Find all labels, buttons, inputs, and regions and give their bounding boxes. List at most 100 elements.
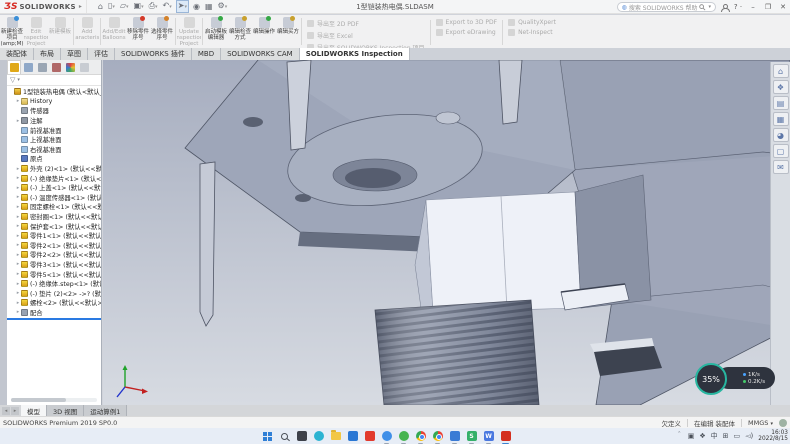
green-app[interactable] <box>398 431 409 442</box>
tree-item[interactable]: ▸零件2<1> (默认<<默认>_显示状 <box>7 241 101 251</box>
tree-item[interactable]: ▸(-) 垫片 (2)<2> ->? (默认<<默认 <box>7 288 101 298</box>
search-box[interactable]: ◍ 搜索 SOLIDWORKS 帮助 ▾ <box>617 2 716 12</box>
edge-browser[interactable] <box>313 431 324 442</box>
tree-item[interactable]: ▸(-) 绝缘体.step<1> (默认< <box>7 279 101 289</box>
print-icon-dropdown[interactable]: ▾ <box>155 4 158 10</box>
login-person-icon[interactable] <box>721 4 728 11</box>
solidworks-logo[interactable]: ƷS SOLIDWORKS ▸ <box>0 0 87 13</box>
tree-horizontal-scrollbar[interactable] <box>11 398 97 402</box>
3d-model-view[interactable] <box>103 60 790 405</box>
tree-item[interactable]: ▸(-) 绝缘垫片<1> (默认<<默认>_显示状 <box>7 173 101 183</box>
tree-item[interactable]: 上视基准面 <box>7 135 101 145</box>
tree-item[interactable]: ▸零件1<1> (默认<<默认>_显示状 <box>7 231 101 241</box>
file-explorer[interactable] <box>330 431 341 442</box>
select-icon[interactable]: ➤▾ <box>176 0 189 13</box>
green-s-app[interactable]: S <box>466 431 477 442</box>
command-tab-装配体[interactable]: 装配体 <box>0 48 34 60</box>
filter-dropdown-icon[interactable]: ▾ <box>17 77 20 83</box>
tree-item[interactable]: ▸零件5<1> (默认<<默认>_显示状 <box>7 269 101 279</box>
restore-button[interactable]: ❐ <box>763 3 773 11</box>
select-icon-dropdown[interactable]: ▾ <box>184 4 187 10</box>
tree-item[interactable]: 右视基准面 <box>7 145 101 155</box>
print-icon[interactable]: ⎙▾ <box>148 1 159 12</box>
tree-item[interactable]: 原点 <box>7 154 101 164</box>
custom-properties-icon[interactable]: ▢ <box>773 144 789 158</box>
open-icon[interactable]: ▱▾ <box>119 1 130 12</box>
command-tab-布局[interactable]: 布局 <box>34 48 61 60</box>
ribbon-button[interactable]: 启动模板编辑器 <box>204 16 228 47</box>
command-tab-草图[interactable]: 草图 <box>61 48 88 60</box>
ribbon-button[interactable]: 新建检查项目 (amp;M) <box>0 16 24 47</box>
panel-tab-propertymanager[interactable] <box>21 60 35 74</box>
home-icon[interactable]: ⌂ <box>97 2 104 12</box>
doc-tab-运动算例1[interactable]: 运动算例1 <box>84 405 127 416</box>
panel-tab-dimxpert[interactable] <box>49 60 63 74</box>
save-icon-dropdown[interactable]: ▾ <box>141 4 144 10</box>
tree-item[interactable]: ▸保护套<1> (默认<<默认>_显示状 <box>7 221 101 231</box>
tree-item[interactable]: ▸螺栓<2> (默认<<默认>_显示状态 <box>7 298 101 308</box>
view-palette-icon[interactable]: ▦ <box>773 112 789 126</box>
design-library-icon[interactable]: ❖ <box>773 80 789 94</box>
tree-item[interactable]: ▸配合 <box>7 308 101 318</box>
doc-tab-3D-视图[interactable]: 3D 视图 <box>47 405 84 416</box>
chrome-browser[interactable] <box>432 431 443 442</box>
search-dropdown-icon[interactable]: ▾ <box>708 4 711 10</box>
security-shield-icon[interactable]: ❖ <box>699 432 705 440</box>
task-view-button[interactable] <box>296 431 307 442</box>
ribbon-button[interactable]: 移除零件序号 <box>126 16 150 47</box>
ribbon-button[interactable]: 编辑操作 <box>252 16 276 47</box>
close-button[interactable]: ✕ <box>778 3 788 11</box>
ribbon-button[interactable]: 编辑买方 <box>276 16 300 47</box>
tree-splitter-bar[interactable] <box>7 318 101 320</box>
display-icon[interactable]: ▭ <box>734 432 741 440</box>
options-gear-icon-dropdown[interactable]: ▾ <box>225 4 228 10</box>
tree-item[interactable]: ▸零件3<1> (默认<<默认>_显示状 <box>7 260 101 270</box>
appearances-icon[interactable]: ◕ <box>773 128 789 142</box>
command-tab-solidworks-inspection[interactable]: SOLIDWORKS Inspection <box>300 48 410 60</box>
file-properties-icon[interactable]: ▦ <box>204 2 214 12</box>
tree-filter-row[interactable]: ▽ ▾ <box>7 75 101 86</box>
tree-item[interactable]: 前视基准面 <box>7 125 101 135</box>
wps-w-app[interactable]: W <box>483 431 494 442</box>
doc-tab-模型[interactable]: 模型 <box>21 405 47 416</box>
taskbar-clock[interactable]: 16:03 2022/8/15 <box>758 430 788 443</box>
help-chat-icon[interactable] <box>779 419 787 427</box>
scrollbar-thumb[interactable] <box>11 398 66 402</box>
forum-icon[interactable]: ✉ <box>773 160 789 174</box>
tree-item[interactable]: ▸外壳 (2)<1> (默认<<默认>_显示状 <box>7 164 101 174</box>
options-gear-icon[interactable]: ⚙▾ <box>217 1 229 12</box>
command-tab-mbd[interactable]: MBD <box>192 48 221 60</box>
undo-icon[interactable]: ↶▾ <box>162 1 173 12</box>
search-button[interactable] <box>279 431 290 442</box>
cloud-app[interactable] <box>381 431 392 442</box>
undo-icon-dropdown[interactable]: ▾ <box>169 4 172 10</box>
doc-tab-scroll-left-icon[interactable]: ◂ <box>2 407 10 415</box>
file-explorer-icon[interactable]: ▤ <box>773 96 789 110</box>
speed-monitor-overlay[interactable]: 1K/s 0.2K/s 35% <box>695 363 777 395</box>
volume-icon[interactable]: ◅) <box>745 432 753 440</box>
menu-flyout-icon[interactable]: ▸ <box>79 3 82 10</box>
resources-home-icon[interactable]: ⌂ <box>773 64 789 78</box>
tree-item[interactable]: ▸零件2<2> (默认<<默认>_显示状 <box>7 250 101 260</box>
ribbon-button[interactable]: 选择零件序号 <box>150 16 174 47</box>
tree-item[interactable]: ▸固定螺栓<1> (默认<<默认>_显示 <box>7 202 101 212</box>
onedrive-icon[interactable]: ▣ <box>688 432 695 440</box>
panel-tab-configurations[interactable] <box>35 60 49 74</box>
doc-tab-scroll-right-icon[interactable]: ▸ <box>11 407 19 415</box>
command-tab-评估[interactable]: 评估 <box>88 48 115 60</box>
help-button[interactable]: ? · <box>733 3 743 11</box>
command-tab-solidworks-cam[interactable]: SOLIDWORKS CAM <box>221 48 300 60</box>
open-icon-dropdown[interactable]: ▾ <box>126 4 129 10</box>
command-tab-solidworks-插件[interactable]: SOLIDWORKS 插件 <box>115 48 192 60</box>
tree-item[interactable]: 1型铠装热电偶 (默认<默认_显示状态-1 <box>7 87 101 97</box>
units-selector[interactable]: MMGS ▾ <box>748 419 773 427</box>
tree-item[interactable]: ▸注解 <box>7 116 101 126</box>
tray-expand-icon[interactable]: ＾ <box>676 431 683 441</box>
tree-item[interactable]: ▸(-) 上盖<1> (默认<<默认>_显示状 <box>7 183 101 193</box>
ime-mode-icon[interactable]: ⊞ <box>723 432 729 440</box>
new-document-icon-dropdown[interactable]: ▾ <box>112 4 115 10</box>
tree-item[interactable]: ▸History <box>7 97 101 107</box>
red-media-app[interactable] <box>364 431 375 442</box>
panel-tab-tab-flyout[interactable] <box>77 60 91 74</box>
mail-app[interactable] <box>347 431 358 442</box>
